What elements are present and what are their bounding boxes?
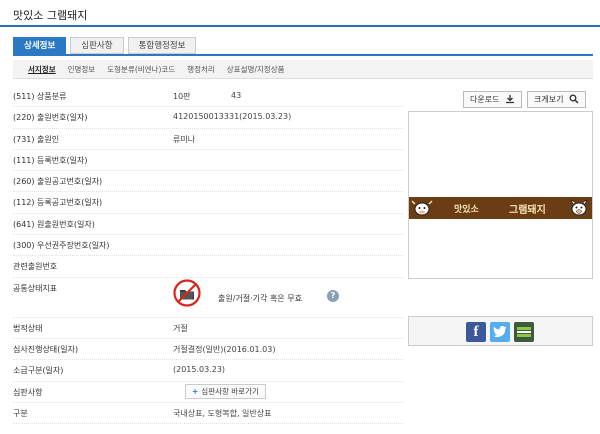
field-label: (111) 등록번호(일자) [13,155,88,165]
field-exam-status: 심사진행상태(일자) 거절결정(일반)(2016.01.03) [13,339,403,361]
field-related-app: 관련출원번호 [13,256,403,278]
field-value: 출원/거절·기각 혹은 무효 [218,293,302,303]
field-label: (112) 등록공고번호(일자) [13,198,103,208]
share-panel: f [408,316,593,346]
twitter-icon[interactable] [490,322,510,342]
field-label: 관련출원번호 [13,262,58,272]
field-value: 국내상표, 도형복합, 일반상표 [173,408,272,418]
field-label: (220) 출원번호(일자) [13,113,88,123]
tab-underline [13,54,593,56]
bibliographic-table: (511) 상품분류 10판 43 (220) 출원번호(일자) 4120150… [13,86,403,425]
plus-icon: + [192,386,199,396]
field-class: (511) 상품분류 10판 43 [13,86,403,108]
trial-shortcut-label: 심판사항 바로가기 [201,386,259,396]
field-value: 거절 [173,323,188,333]
field-label: 공통상태지표 [13,283,58,293]
subtab-person-info[interactable]: 인명정보 [68,64,96,75]
download-label: 다운로드 [470,95,500,104]
field-legal-status: 법적상태 거절 [13,318,403,339]
trademark-image[interactable]: 맛있소 그램돼지 [408,111,593,279]
tab-trial[interactable]: 심판사항 [70,37,124,54]
facebook-icon[interactable]: f [466,322,486,342]
field-label: 법적상태 [13,323,43,333]
field-value-class-number: 43 [231,91,242,100]
download-button[interactable]: 다운로드 [463,91,522,108]
zoom-label: 크게보기 [534,95,564,104]
action-buttons: 다운로드 크게보기 [463,91,591,108]
field-label: 구분 [13,408,28,418]
field-trial: 심판사항 + 심판사항 바로가기 [13,382,403,403]
field-orig-app-no: (641) 원출원번호(일자) [13,214,403,236]
field-priority-no: (300) 우선권주장번호(일자) [13,235,403,257]
twitter-bird-icon [493,326,507,338]
tab-integrated-admin[interactable]: 통합행정정보 [127,37,197,54]
logo-left-text: 맛있소 [454,205,479,215]
field-label: (300) 우선권주장번호(일자) [13,241,110,251]
field-retro-date: 소급구분(일자) (2015.03.23) [13,360,403,382]
band-icon[interactable] [514,322,534,342]
field-pub-no: (260) 출원공고번호(일자) [13,171,403,193]
field-value: 10판 [173,92,191,101]
tab-detail[interactable]: 상세정보 [13,37,67,54]
sub-tabs: 서지정보 인명정보 도형분류(비엔나)코드 행정처리 상표설명/지정상품 [13,60,593,79]
cow-icon [411,200,433,216]
zoom-button[interactable]: 크게보기 [527,91,586,108]
field-label: (511) 상품분류 [13,92,67,101]
field-reg-no: (111) 등록번호(일자) [13,150,403,172]
field-label: (260) 출원공고번호(일자) [13,177,103,187]
subtab-vienna-code[interactable]: 도형분류(비엔나)코드 [107,64,175,75]
band-logo-icon [517,327,531,337]
subtab-admin-process[interactable]: 행정처리 [187,64,215,75]
magnifier-icon [569,94,579,104]
trial-shortcut-button[interactable]: + 심판사항 바로가기 [185,383,266,399]
field-label: 심판사항 [13,387,43,397]
field-label: 소급구분(일자) [13,366,64,376]
field-label: 심사진행상태(일자) [13,344,79,354]
main-tabs: 상세정보 심판사항 통합행정정보 [13,37,200,54]
field-value: 거절결정(일반)(2016.01.03) [173,344,276,354]
page-title: 맛있소 그램돼지 [13,9,88,22]
field-value: (2015.03.23) [173,365,226,375]
title-bar: 맛있소 그램돼지 [0,0,600,27]
rejected-folder-icon [173,279,201,307]
field-public-status: 공통상태지표 출원/거절·기각 혹은 무효 ? [13,278,403,318]
field-reg-pub-no: (112) 등록공고번호(일자) [13,192,403,214]
download-icon [506,95,514,104]
field-app-no: (220) 출원번호(일자) 4120150013331(2015.03.23) [13,107,403,129]
subtab-goods[interactable]: 상표설명/지정상품 [227,64,285,75]
pig-icon [570,199,588,216]
field-label: (731) 출원인 [13,134,60,144]
logo-right-text: 그램돼지 [509,205,546,216]
help-icon[interactable]: ? [327,289,339,302]
field-kind: 구분 국내상표, 도형복합, 일반상표 [13,403,403,425]
field-value: 류미나 [173,134,196,144]
field-applicant: (731) 출원인 류미나 [13,129,403,150]
trademark-logo: 맛있소 그램돼지 [409,197,592,219]
subtab-bibliographic[interactable]: 서지정보 [28,64,56,75]
field-label: (641) 원출원번호(일자) [13,219,95,229]
field-value: 4120150013331(2015.03.23) [173,112,292,122]
